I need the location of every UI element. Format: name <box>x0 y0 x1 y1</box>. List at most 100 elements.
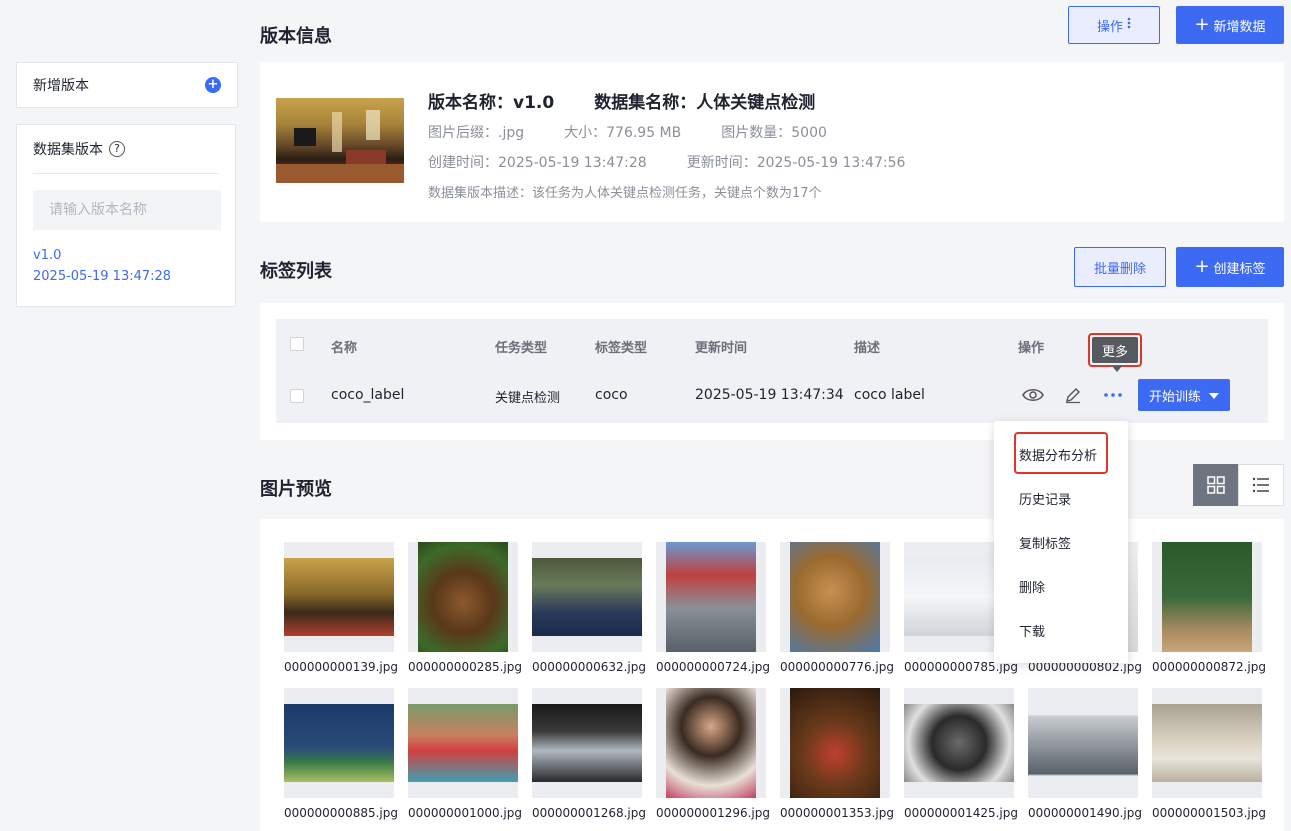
image-thumbnail[interactable]: 000000001353.jpg <box>780 688 894 820</box>
dataset-versions-header: 数据集版本 ? <box>33 139 219 174</box>
batch-delete-label: 批量删除 <box>1093 261 1146 277</box>
updated-time: 更新时间：2025-05-19 13:47:56 <box>686 155 906 171</box>
image-thumbnail[interactable]: 000000001490.jpg <box>1028 688 1142 820</box>
image-count: 图片数量：5000 <box>721 125 827 141</box>
menu-item-history[interactable]: 历史记录 <box>1019 489 1071 508</box>
caret-down-icon <box>1209 388 1219 403</box>
col-header-task-type: 任务类型 <box>495 341 548 356</box>
version-info-title: 版本信息 <box>260 26 332 47</box>
image-thumbnail-content <box>1152 704 1262 782</box>
row-checkbox[interactable] <box>290 389 304 403</box>
image-thumbnail[interactable]: 000000000285.jpg <box>408 542 522 674</box>
version-info-card: 版本名称：v1.0 数据集名称：人体关键点检测 图片后缀：.jpg 大小：776… <box>260 62 1284 222</box>
image-thumbnail[interactable]: 000000001000.jpg <box>408 688 522 820</box>
grid-view-button[interactable] <box>1193 464 1239 506</box>
image-filename: 000000001425.jpg <box>904 806 1018 820</box>
image-thumbnail[interactable]: 000000000885.jpg <box>284 688 398 820</box>
image-thumbnail-content <box>790 688 880 798</box>
image-thumbnail-content <box>284 704 394 782</box>
image-filename: 000000000872.jpg <box>1152 660 1266 674</box>
image-thumbnail-picture[interactable] <box>1152 688 1262 798</box>
col-header-name: 名称 <box>331 341 358 356</box>
image-thumbnail-picture[interactable] <box>780 688 890 798</box>
image-thumbnail-picture[interactable] <box>1028 688 1138 798</box>
row-updated: 2025-05-19 13:47:34 <box>695 387 844 403</box>
image-thumbnail-picture[interactable] <box>780 542 890 652</box>
image-filename: 000000001000.jpg <box>408 806 522 820</box>
image-thumbnail-content <box>532 558 642 636</box>
help-icon[interactable]: ? <box>109 141 125 157</box>
version-meta-row-1: 图片后缀：.jpg 大小：776.95 MB 图片数量：5000 <box>428 122 827 142</box>
add-version-label: 新增版本 <box>33 78 89 94</box>
menu-item-delete[interactable]: 删除 <box>1019 577 1045 596</box>
image-thumbnail[interactable]: 000000000776.jpg <box>780 542 894 674</box>
image-filename: 000000001268.jpg <box>532 806 646 820</box>
menu-item-copy-label[interactable]: 复制标签 <box>1019 533 1071 552</box>
image-thumbnail-picture[interactable] <box>532 688 642 798</box>
more-dots-icon[interactable] <box>1101 383 1125 407</box>
version-item-name[interactable]: v1.0 <box>33 248 219 263</box>
batch-delete-button[interactable]: 批量删除 <box>1074 247 1166 287</box>
version-meta-row-2: 创建时间：2025-05-19 13:47:28 更新时间：2025-05-19… <box>428 152 905 172</box>
add-version-plus-icon[interactable]: + <box>205 77 221 93</box>
image-thumbnail-picture[interactable] <box>284 688 394 798</box>
create-label-button[interactable]: + 创建标签 <box>1176 247 1284 287</box>
version-item-time[interactable]: 2025-05-19 13:47:28 <box>33 269 219 284</box>
label-list-title: 标签列表 <box>260 261 332 282</box>
create-label-label: 创建标签 <box>1213 261 1266 277</box>
image-filename: 000000001503.jpg <box>1152 806 1266 820</box>
col-header-label-type: 标签类型 <box>595 341 648 356</box>
version-description-text: 数据集版本描述：该任务为人体关键点检测任务，关键点个数为17个 <box>428 186 822 201</box>
edit-pencil-icon[interactable] <box>1061 383 1085 407</box>
grid-icon <box>1206 476 1225 494</box>
image-thumbnail[interactable]: 000000000724.jpg <box>656 542 770 674</box>
image-thumbnail[interactable]: 000000001425.jpg <box>904 688 1018 820</box>
version-description: 数据集版本描述：该任务为人体关键点检测任务，关键点个数为17个 <box>428 182 822 201</box>
start-training-label: 开始训练 <box>1148 389 1201 405</box>
add-data-button[interactable]: + 新增数据 <box>1176 6 1284 44</box>
created-time: 创建时间：2025-05-19 13:47:28 <box>428 155 647 171</box>
version-cover-image <box>276 98 404 183</box>
menu-item-distribution-analysis[interactable]: 数据分布分析 <box>1019 445 1097 464</box>
image-thumbnail[interactable]: 000000001268.jpg <box>532 688 646 820</box>
image-thumbnail-content <box>532 704 642 782</box>
image-thumbnail-content <box>284 558 394 636</box>
list-view-button[interactable] <box>1238 464 1284 506</box>
image-thumbnail-picture[interactable] <box>656 688 766 798</box>
plus-icon: + <box>1194 256 1210 277</box>
version-search-input[interactable] <box>33 190 221 230</box>
image-filename: 000000000139.jpg <box>284 660 398 674</box>
col-header-updated: 更新时间 <box>695 341 748 356</box>
menu-item-download[interactable]: 下载 <box>1019 621 1045 640</box>
image-thumbnail-picture[interactable] <box>532 542 642 652</box>
image-thumbnail-picture[interactable] <box>656 542 766 652</box>
image-thumbnail-picture[interactable] <box>284 542 394 652</box>
image-thumbnail-picture[interactable] <box>408 688 518 798</box>
image-filename: 000000000885.jpg <box>284 806 398 820</box>
add-version-card[interactable]: 新增版本 + <box>16 62 238 108</box>
image-filename: 000000001353.jpg <box>780 806 894 820</box>
image-thumbnail[interactable]: 000000001503.jpg <box>1152 688 1266 820</box>
operations-label: 操作 <box>1096 19 1123 35</box>
image-thumbnail[interactable]: 000000001296.jpg <box>656 688 770 820</box>
dataset-size: 大小：776.95 MB <box>564 125 682 141</box>
image-preview-grid: 000000000139.jpg 000000000285.jpg 00000000… <box>260 519 1284 831</box>
list-icon <box>1253 477 1270 493</box>
tooltip-arrow <box>1112 366 1122 372</box>
image-suffix: 图片后缀：.jpg <box>428 125 525 141</box>
image-thumbnail[interactable]: 000000000139.jpg <box>284 542 398 674</box>
image-thumbnail-picture[interactable] <box>1152 542 1262 652</box>
image-filename: 000000000632.jpg <box>532 660 646 674</box>
image-thumbnail[interactable]: 000000000632.jpg <box>532 542 646 674</box>
image-thumbnail-picture[interactable] <box>408 542 518 652</box>
image-filename: 000000000285.jpg <box>408 660 522 674</box>
image-filename: 000000001296.jpg <box>656 806 770 820</box>
dataset-versions-title: 数据集版本 <box>33 142 103 158</box>
operations-button[interactable]: 操作 <box>1068 6 1160 44</box>
select-all-checkbox[interactable] <box>290 337 304 351</box>
start-training-button[interactable]: 开始训练 <box>1138 379 1230 411</box>
view-eye-icon[interactable] <box>1021 383 1045 407</box>
image-thumbnail[interactable]: 000000000872.jpg <box>1152 542 1266 674</box>
image-thumbnail-picture[interactable] <box>904 688 1014 798</box>
dataset-versions-panel: 数据集版本 ? v1.0 2025-05-19 13:47:28 <box>16 124 236 307</box>
